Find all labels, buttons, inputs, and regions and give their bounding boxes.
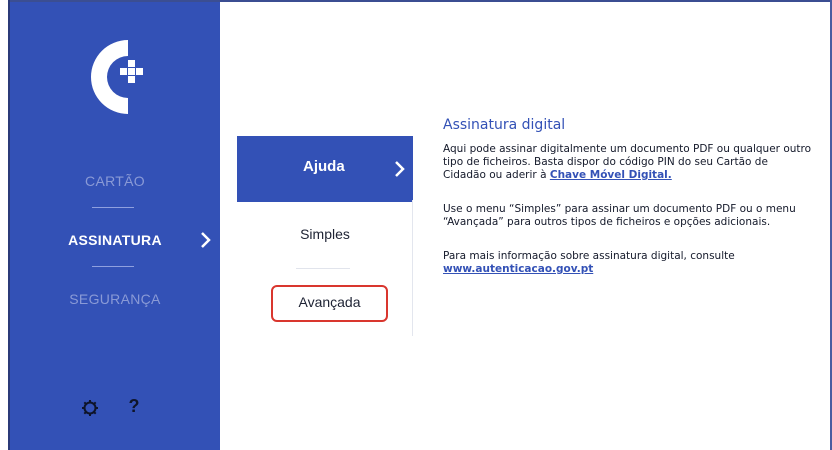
sidebar: CARTÃO ASSINATURA SEGURANÇA ? [10,2,220,450]
content-title: Assinatura digital [443,117,566,133]
submenu-item-label: Ajuda [303,158,345,175]
chevron-right-icon [201,232,211,248]
app-window: CARTÃO ASSINATURA SEGURANÇA ? Ajuda Simp… [0,0,832,450]
submenu-item-ajuda[interactable]: Ajuda [237,136,413,202]
chevron-right-icon [395,161,405,177]
sidebar-item-assinatura[interactable]: ASSINATURA [10,228,220,252]
submenu-separator [296,268,350,269]
autenticacao-gov-link[interactable]: www.autenticacao.gov.pt [443,263,593,275]
chave-movel-digital-link[interactable]: Chave Móvel Digital. [550,169,672,181]
help-content: Assinatura digital Aqui pode assinar dig… [443,117,813,276]
sidebar-separator [92,207,134,208]
submenu-divider [412,200,413,336]
submenu-item-simples[interactable]: Simples [237,226,413,242]
help-icon[interactable]: ? [124,395,144,417]
content-paragraph-1: Aqui pode assinar digitalmente um docume… [443,143,813,182]
gear-icon[interactable] [80,397,100,419]
paragraph-text: Para mais informação sobre assinatura di… [443,250,735,262]
content-paragraph-3: Para mais informação sobre assinatura di… [443,250,813,276]
cartao-de-cidadao-logo [91,40,143,114]
submenu-item-avancada[interactable]: Avançada [271,294,388,310]
content-paragraph-2: Use o menu “Simples” para assinar um doc… [443,203,796,228]
sidebar-separator [92,266,134,267]
sidebar-item-seguranca[interactable]: SEGURANÇA [10,287,220,311]
sidebar-item-cartao[interactable]: CARTÃO [10,169,220,193]
